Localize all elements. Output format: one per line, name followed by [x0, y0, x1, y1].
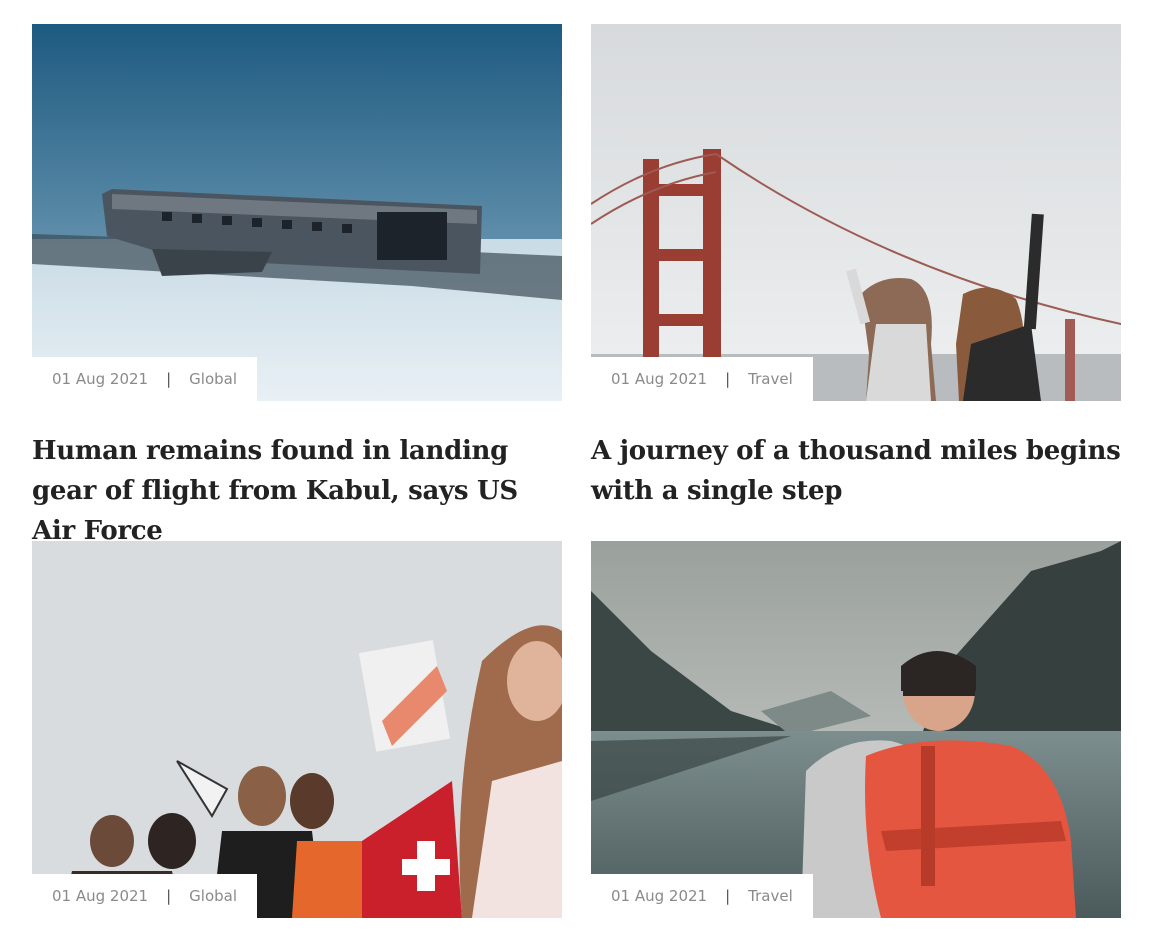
post-thumbnail-link[interactable]: 01 Aug 2021 | Travel	[591, 24, 1121, 401]
post-thumbnail-link[interactable]: 01 Aug 2021 | Global	[32, 24, 562, 401]
post-category-link[interactable]: Global	[189, 370, 237, 388]
post-date: 01 Aug 2021	[52, 887, 149, 905]
crashed-plane-image	[32, 24, 562, 401]
post-title-link[interactable]: Human remains found in landing gear of f…	[32, 431, 562, 551]
post-thumbnail-link[interactable]: 01 Aug 2021 | Global	[32, 541, 562, 918]
post-date: 01 Aug 2021	[52, 370, 149, 388]
post-title-link[interactable]: A journey of a thousand miles begins wit…	[591, 431, 1121, 511]
golden-gate-travelers-image	[591, 24, 1121, 401]
post-card: 01 Aug 2021 | Travel	[591, 541, 1121, 918]
post-category-link[interactable]: Travel	[748, 887, 793, 905]
post-card: 01 Aug 2021 | Travel A journey of a thou…	[591, 24, 1121, 511]
post-meta: 01 Aug 2021 | Global	[32, 874, 258, 918]
protest-crowd-image	[32, 541, 562, 918]
post-card: 01 Aug 2021 | Global Human remains found…	[32, 24, 562, 551]
post-date: 01 Aug 2021	[611, 370, 708, 388]
meta-separator: |	[725, 370, 731, 388]
post-category-link[interactable]: Global	[189, 887, 237, 905]
post-meta: 01 Aug 2021 | Travel	[591, 874, 813, 918]
meta-separator: |	[725, 887, 731, 905]
meta-separator: |	[166, 370, 172, 388]
post-meta: 01 Aug 2021 | Global	[32, 357, 258, 401]
post-card: 01 Aug 2021 | Global	[32, 541, 562, 918]
post-date: 01 Aug 2021	[611, 887, 708, 905]
meta-separator: |	[166, 887, 172, 905]
post-thumbnail-link[interactable]: 01 Aug 2021 | Travel	[591, 541, 1121, 918]
post-meta: 01 Aug 2021 | Travel	[591, 357, 813, 401]
post-category-link[interactable]: Travel	[748, 370, 793, 388]
hiker-mountain-lake-image	[591, 541, 1121, 918]
